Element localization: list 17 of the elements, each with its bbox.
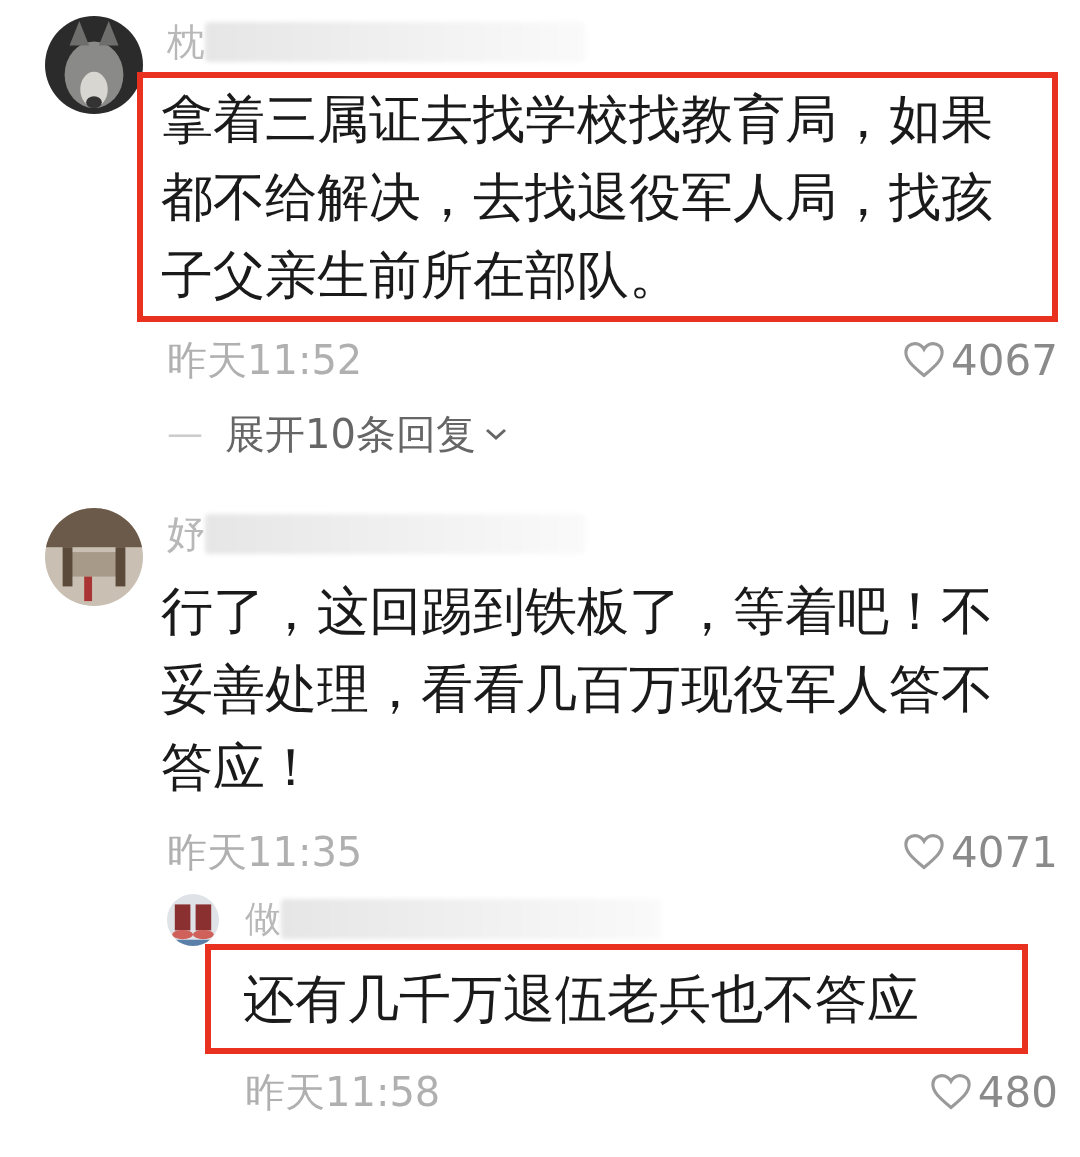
heart-icon[interactable] — [903, 833, 946, 871]
username[interactable]: 枕 — [167, 13, 205, 71]
username[interactable]: 做 — [245, 892, 281, 946]
timestamp: 昨天11:35 — [167, 828, 363, 877]
comment-text: 拿着三属证去找学校找教育局，如果都不给解决，去找退役军人局，找孩子父亲生前所在部队。 — [161, 88, 994, 307]
expand-replies-link[interactable]: 展开10条回复 — [225, 404, 510, 464]
comment-text: 行了，这回踢到铁板了，等着吧！不妥善处理，看看几百万现役军人答不答应！ — [161, 580, 994, 799]
timestamp: 昨天11:58 — [245, 1068, 441, 1117]
like-count: 4067 — [951, 334, 1058, 387]
divider-dash: — — [167, 412, 203, 456]
heart-icon[interactable] — [929, 1073, 972, 1111]
like-count: 4071 — [951, 826, 1058, 879]
heart-icon[interactable] — [903, 341, 946, 379]
timestamp: 昨天11:52 — [167, 336, 363, 385]
like-count: 480 — [977, 1066, 1058, 1119]
comment-text: 还有几千万退伍老兵也不答应 — [243, 968, 920, 1031]
username[interactable]: 妤 — [167, 505, 205, 563]
